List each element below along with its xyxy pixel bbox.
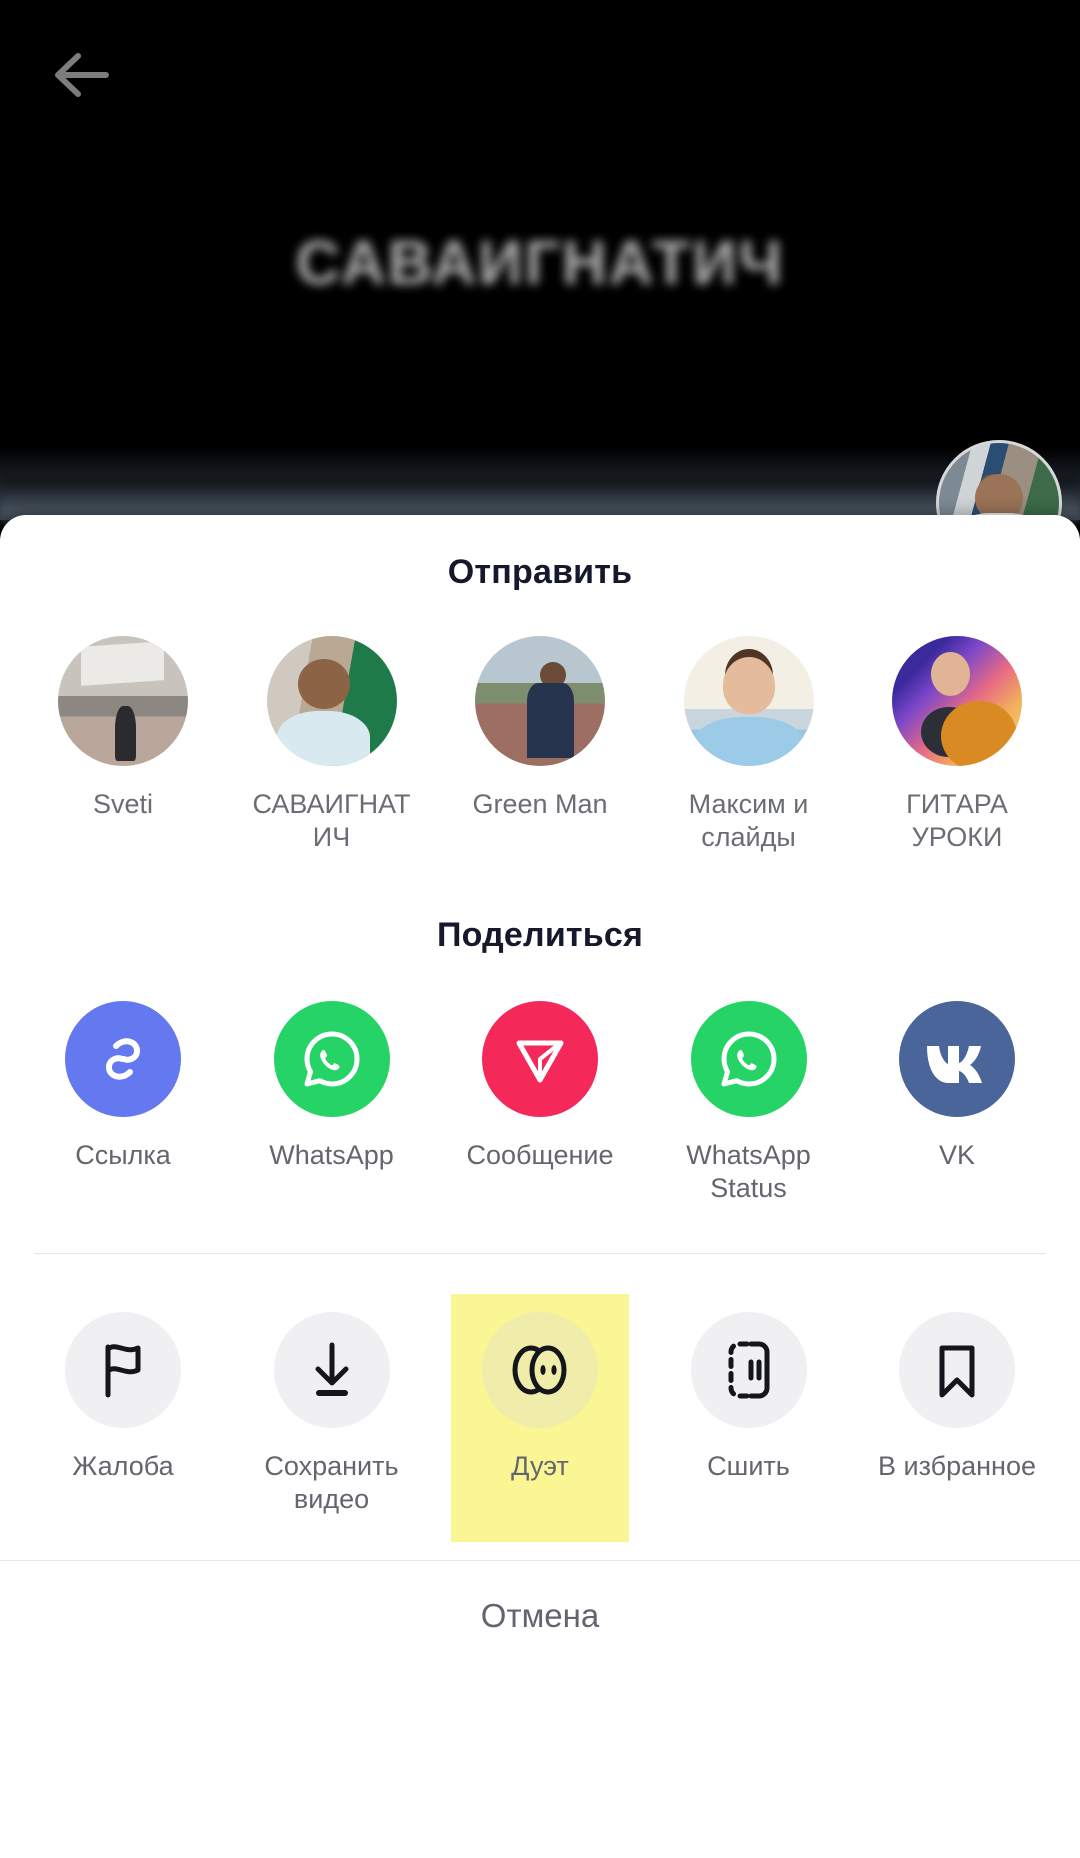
contact-avatar-gitara-uroki [892, 636, 1022, 766]
vk-icon [899, 1001, 1015, 1117]
action-label: Сохранить видео [264, 1451, 399, 1514]
share-app-whatsapp-status[interactable]: WhatsApp Status [660, 1001, 838, 1205]
contacts-row: Sveti САВАИГНАТИЧ Green Man Максим и сла… [0, 636, 1080, 854]
share-app-label: VK [938, 1140, 976, 1170]
whatsapp-status-icon [690, 1001, 807, 1117]
contact-avatar-sveti [58, 636, 188, 766]
share-apps-row: Ссылка WhatsApp Сообщение WhatsApp Statu… [0, 1001, 1080, 1205]
contact-item[interactable]: Sveti [34, 636, 212, 854]
contact-name: Green Man [472, 789, 608, 819]
share-app-whatsapp[interactable]: WhatsApp [243, 1001, 421, 1205]
duet-icon [482, 1312, 598, 1428]
share-app-label: WhatsApp [269, 1140, 394, 1170]
contact-avatar-savaignatich [266, 636, 397, 766]
share-bottom-sheet: Отправить Sveti САВАИГНАТИЧ Green Man Ма… [0, 515, 1080, 1858]
contact-item[interactable]: ГИТАРА УРОКИ [868, 636, 1046, 854]
contact-item[interactable]: Максим и слайды [660, 636, 838, 854]
video-overlay-title: САВАИГНАТИЧ [295, 229, 785, 298]
telegram-send-icon [482, 1001, 598, 1117]
contact-name: САВАИГНАТИЧ [252, 789, 411, 852]
share-app-message[interactable]: Сообщение [451, 1001, 629, 1205]
share-section-title: Поделиться [436, 916, 644, 954]
action-duet[interactable]: Дуэт [451, 1294, 629, 1542]
action-report[interactable]: Жалоба [34, 1294, 212, 1542]
section-divider [34, 1253, 1046, 1254]
action-label: Сшить [707, 1451, 790, 1481]
action-label: Жалоба [72, 1451, 174, 1481]
contact-name: Максим и слайды [688, 789, 809, 852]
contact-avatar-maksim [683, 636, 814, 766]
action-label: В избранное [877, 1451, 1037, 1481]
share-app-label: Ссылка [75, 1140, 171, 1170]
flag-icon [65, 1312, 181, 1428]
back-arrow-icon[interactable] [48, 48, 112, 102]
contact-name: ГИТАРА УРОКИ [906, 789, 1008, 852]
contact-item[interactable]: Green Man [451, 636, 629, 854]
link-icon [65, 1001, 181, 1117]
action-label: Дуэт [511, 1451, 569, 1481]
actions-row: Жалоба Сохранить видео Дуэт Сшить В избр… [0, 1294, 1080, 1542]
cancel-button[interactable]: Отмена [0, 1561, 1080, 1671]
action-stitch[interactable]: Сшить [660, 1294, 838, 1542]
share-app-label: WhatsApp Status [686, 1140, 811, 1203]
contact-name: Sveti [92, 789, 154, 819]
action-favorites[interactable]: В избранное [868, 1294, 1046, 1542]
action-save-video[interactable]: Сохранить видео [243, 1294, 421, 1542]
stitch-icon [690, 1312, 807, 1428]
whatsapp-icon [273, 1001, 390, 1117]
share-app-link[interactable]: Ссылка [34, 1001, 212, 1205]
bookmark-icon [899, 1312, 1015, 1428]
share-app-label: Сообщение [466, 1140, 614, 1170]
download-icon [273, 1312, 390, 1428]
send-section-title: Отправить [447, 553, 633, 591]
contact-item[interactable]: САВАИГНАТИЧ [243, 636, 421, 854]
contact-avatar-green-man [475, 636, 605, 766]
share-app-vk[interactable]: VK [868, 1001, 1046, 1205]
